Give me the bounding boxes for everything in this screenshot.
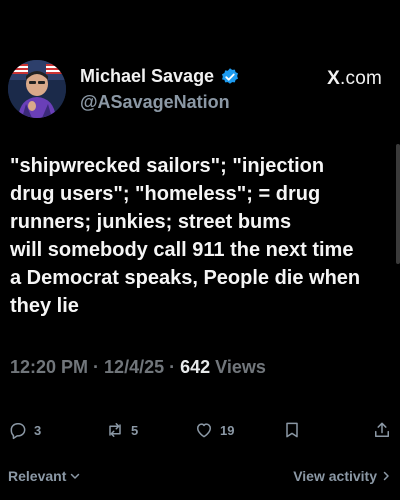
avatar-image [8,60,66,118]
post-text-line: "shipwrecked sailors"; "injection [10,155,325,177]
post-date[interactable]: 12/4/25 [104,357,164,377]
relevant-label: Relevant [8,468,67,484]
like-count: 19 [220,422,235,438]
post-text-line: drug users"; "homeless"; = drug [10,183,321,205]
repost-count: 5 [131,422,139,438]
post-time[interactable]: 12:20 PM [10,357,88,377]
chevron-down-icon [71,473,80,479]
share-button[interactable] [372,420,392,440]
view-activity-link[interactable]: View activity [293,468,392,484]
post-text-line: they lie [10,295,79,317]
post-text-line: a Democrat speaks, People die when [10,267,361,289]
reply-button[interactable]: 3 [8,420,41,440]
author-name[interactable]: Michael Savage [80,66,214,87]
post-header: Michael Savage @ASavageNation X.com [8,56,392,120]
views-count: 642 [180,357,211,377]
reply-icon [10,423,26,440]
like-button[interactable]: 19 [194,420,234,440]
view-activity-label: View activity [293,468,377,484]
avatar[interactable] [8,60,66,118]
repost-button[interactable]: 5 [105,420,138,440]
bookmark-icon [286,422,298,438]
post-meta: 12:20 PM · 12/4/25 · 642 Views [10,357,266,378]
action-bar: 3 5 19 [8,420,392,442]
author-handle[interactable]: @ASavageNation [80,92,230,113]
share-icon [375,422,389,437]
x-logo-icon: X [327,68,341,89]
chevron-right-icon [383,471,389,481]
brand-logo: X.com [327,68,382,90]
brand-suffix: .com [340,68,382,89]
relevant-dropdown[interactable]: Relevant [8,468,81,484]
scrollbar[interactable] [396,144,400,264]
meta-separator: · [88,357,105,377]
post-text: "shipwrecked sailors"; "injection drug u… [10,152,394,320]
name-row: Michael Savage [80,66,240,87]
post-text-line: runners; junkies; street bums [10,211,292,233]
repost-icon [109,423,121,437]
verified-badge-icon [222,67,239,84]
views-label: Views [210,357,266,377]
post-footer: Relevant View activity [8,468,392,488]
post-text-line: will somebody call 911 the next time [10,239,354,261]
reply-count: 3 [34,422,42,438]
bookmark-button[interactable] [282,420,302,440]
meta-separator: · [164,357,181,377]
heart-icon [197,423,211,438]
